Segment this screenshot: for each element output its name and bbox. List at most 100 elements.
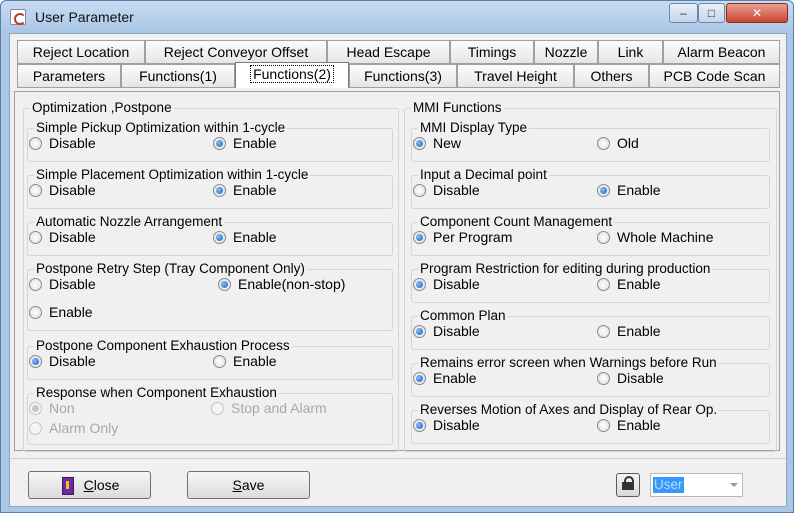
radio-postpone-component-exhaustion-process-enable[interactable]: Enable	[213, 353, 277, 369]
radio-response-when-component-exhaustion-alarm-only: Alarm Only	[29, 420, 118, 436]
user-parameter-window: User Parameter ‒ □ ✕ Reject Location Rej…	[0, 0, 794, 513]
app-icon	[10, 9, 26, 25]
radio-label: Enable	[617, 417, 661, 433]
radio-common-plan-disable[interactable]: Disable	[413, 323, 480, 339]
tab-functions-1[interactable]: Functions(1)	[121, 64, 235, 88]
radio-automatic-nozzle-arrangement-disable[interactable]: Disable	[29, 229, 96, 245]
radio-circle-icon	[597, 183, 610, 197]
radio-component-count-management-whole-machine[interactable]: Whole Machine	[597, 229, 714, 245]
group-title: Reverses Motion of Axes and Display of R…	[418, 402, 720, 418]
tab-alarm-beacon[interactable]: Alarm Beacon	[663, 40, 780, 64]
tab-parameters[interactable]: Parameters	[17, 64, 121, 88]
radio-simple-placement-optimization-within-1-cycle-disable[interactable]: Disable	[29, 182, 96, 198]
tab-functions-2[interactable]: Functions(2)	[235, 62, 349, 88]
radio-label: Non	[49, 400, 75, 416]
radio-label: Disable	[433, 182, 480, 198]
optimization-postpone-title: Optimization ,Postpone	[30, 100, 174, 116]
tab-reject-location[interactable]: Reject Location	[17, 40, 145, 64]
radio-label: Enable	[233, 135, 277, 151]
mmi-functions-title: MMI Functions	[411, 100, 504, 116]
radio-label: Stop and Alarm	[231, 400, 327, 416]
group-title: Remains error screen when Warnings befor…	[418, 355, 719, 371]
group-response-when-component-exhaustion: Response when Component Exhaustion	[27, 385, 393, 445]
radio-circle-icon	[413, 277, 426, 291]
radio-circle-icon	[597, 136, 610, 150]
lock-icon	[622, 476, 634, 491]
title-bar[interactable]: User Parameter ‒ □ ✕	[1, 1, 793, 33]
radio-circle-icon	[213, 230, 226, 244]
radio-circle-icon	[29, 401, 42, 415]
radio-simple-pickup-optimization-within-1-cycle-enable[interactable]: Enable	[213, 135, 277, 151]
radio-simple-pickup-optimization-within-1-cycle-disable[interactable]: Disable	[29, 135, 96, 151]
radio-label: Alarm Only	[49, 420, 119, 436]
window-close-button[interactable]: ✕	[726, 3, 788, 23]
tab-travel-height[interactable]: Travel Height	[457, 64, 574, 88]
radio-label: Disable	[617, 370, 664, 386]
radio-program-restriction-for-editing-during-production-enable[interactable]: Enable	[597, 276, 661, 292]
radio-simple-placement-optimization-within-1-cycle-enable[interactable]: Enable	[213, 182, 277, 198]
radio-mmi-display-type-old[interactable]: Old	[597, 135, 639, 151]
radio-circle-icon	[213, 136, 226, 150]
group-title: Response when Component Exhaustion	[34, 385, 279, 401]
tab-link[interactable]: Link	[598, 40, 663, 64]
radio-reverses-motion-of-axes-and-display-of-rear-op-enable[interactable]: Enable	[597, 417, 661, 433]
radio-input-a-decimal-point-disable[interactable]: Disable	[413, 182, 480, 198]
close-button[interactable]: Close	[28, 471, 151, 499]
close-button-label: Close	[83, 477, 120, 493]
radio-label: Disable	[433, 323, 480, 339]
radio-remains-error-screen-when-warnings-before-run-disable[interactable]: Disable	[597, 370, 664, 386]
radio-label: Enable	[233, 182, 277, 198]
lock-button[interactable]	[616, 473, 640, 497]
radio-program-restriction-for-editing-during-production-disable[interactable]: Disable	[413, 276, 480, 292]
tab-timings[interactable]: Timings	[450, 40, 534, 64]
radio-label: Enable	[617, 182, 661, 198]
radio-reverses-motion-of-axes-and-display-of-rear-op-disable[interactable]: Disable	[413, 417, 480, 433]
group-title: Simple Pickup Optimization within 1-cycl…	[34, 120, 288, 136]
radio-mmi-display-type-new[interactable]: New	[413, 135, 461, 151]
radio-label: Disable	[49, 135, 96, 151]
radio-label: Enable	[617, 276, 661, 292]
radio-circle-icon	[597, 418, 610, 432]
user-level-value: User	[653, 477, 684, 493]
chevron-down-icon[interactable]	[730, 483, 738, 487]
radio-label: Enable	[233, 353, 277, 369]
radio-circle-icon	[597, 230, 610, 244]
radio-circle-icon	[597, 371, 610, 385]
radio-label: Disable	[49, 276, 96, 292]
radio-circle-icon	[413, 371, 426, 385]
radio-postpone-retry-step-tray-component-only-disable[interactable]: Disable	[29, 276, 96, 292]
save-button[interactable]: Save	[187, 471, 310, 499]
tab-functions-3[interactable]: Functions(3)	[349, 64, 457, 88]
radio-circle-icon	[413, 136, 426, 150]
tab-reject-conveyor-offset[interactable]: Reject Conveyor Offset	[145, 40, 327, 64]
group-title: Component Count Management	[418, 214, 615, 230]
group-title: Postpone Component Exhaustion Process	[34, 338, 292, 354]
group-title: MMI Display Type	[418, 120, 530, 136]
radio-circle-icon	[29, 354, 42, 368]
radio-label: Enable	[617, 323, 661, 339]
tab-pcb-code-scan[interactable]: PCB Code Scan	[649, 64, 780, 88]
radio-automatic-nozzle-arrangement-enable[interactable]: Enable	[213, 229, 277, 245]
radio-component-count-management-per-program[interactable]: Per Program	[413, 229, 512, 245]
group-title: Automatic Nozzle Arrangement	[34, 214, 225, 230]
minimize-button[interactable]: ‒	[669, 3, 698, 23]
radio-circle-icon	[29, 277, 42, 291]
tab-others[interactable]: Others	[574, 64, 649, 88]
tab-head-escape[interactable]: Head Escape	[327, 40, 450, 64]
radio-circle-icon	[413, 183, 426, 197]
radio-label: New	[433, 135, 462, 151]
tab-nozzle[interactable]: Nozzle	[534, 40, 598, 64]
radio-postpone-retry-step-tray-component-only-enable[interactable]: Enable	[29, 304, 93, 320]
radio-remains-error-screen-when-warnings-before-run-enable[interactable]: Enable	[413, 370, 477, 386]
radio-common-plan-enable[interactable]: Enable	[597, 323, 661, 339]
radio-label: Disable	[49, 229, 96, 245]
radio-circle-icon	[413, 418, 426, 432]
maximize-button[interactable]: □	[698, 3, 725, 23]
radio-circle-icon	[213, 183, 226, 197]
radio-label: Disable	[49, 353, 96, 369]
radio-postpone-retry-step-tray-component-only-enable-non-stop[interactable]: Enable(non-stop)	[218, 276, 345, 292]
user-level-select[interactable]: User	[650, 473, 743, 497]
radio-postpone-component-exhaustion-process-disable[interactable]: Disable	[29, 353, 96, 369]
radio-input-a-decimal-point-enable[interactable]: Enable	[597, 182, 661, 198]
group-title: Program Restriction for editing during p…	[418, 261, 713, 277]
